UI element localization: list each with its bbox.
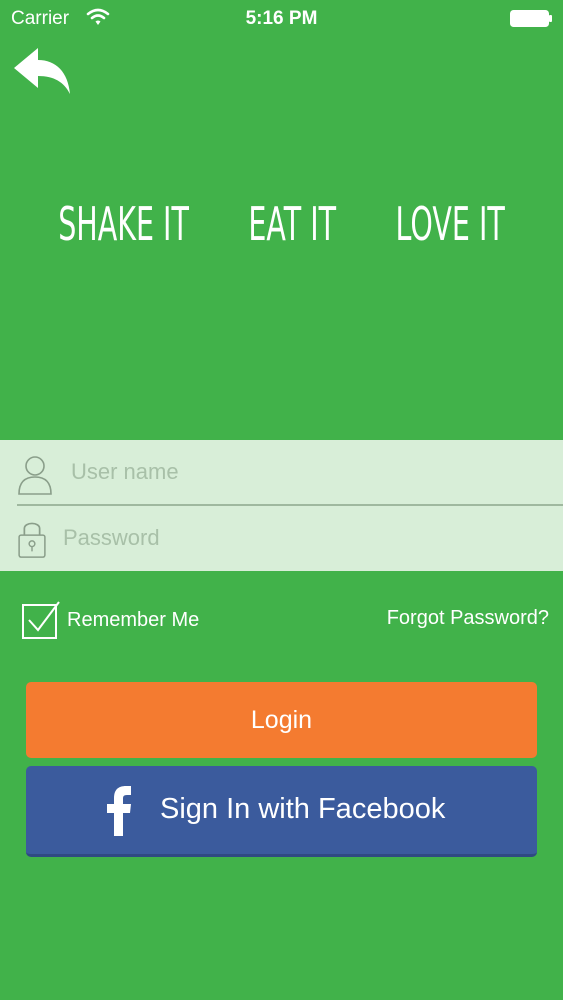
password-input[interactable] [63,518,533,558]
login-button-label: Login [250,705,313,734]
tagline-eat-it: EAT IT [248,197,337,251]
facebook-button-label: Sign In with Facebook [160,793,446,825]
lock-icon [18,522,46,558]
remember-me-label: Remember Me [67,608,200,631]
tagline: SHAKE IT EAT IT LOVE IT [58,192,505,256]
facebook-sign-in-button[interactable]: Sign In with Facebook [26,766,537,857]
login-button[interactable]: Login [26,682,537,758]
back-arrow-icon[interactable] [12,46,74,98]
remember-me-toggle[interactable]: Remember Me [22,600,199,640]
status-bar: Carrier 5:16 PM [0,0,563,40]
username-input[interactable] [71,452,541,492]
tagline-shake-it: SHAKE IT [58,197,189,251]
password-row [0,506,563,571]
battery-icon [510,10,552,27]
remember-me-checkbox[interactable] [22,601,60,639]
facebook-icon [107,786,131,836]
user-icon [18,456,52,495]
tagline-love-it: LOVE IT [395,197,505,251]
status-time: 5:16 PM [245,8,318,29]
login-form [0,440,563,571]
username-row [0,440,563,506]
forgot-password-link[interactable]: Forgot Password? [387,607,549,630]
